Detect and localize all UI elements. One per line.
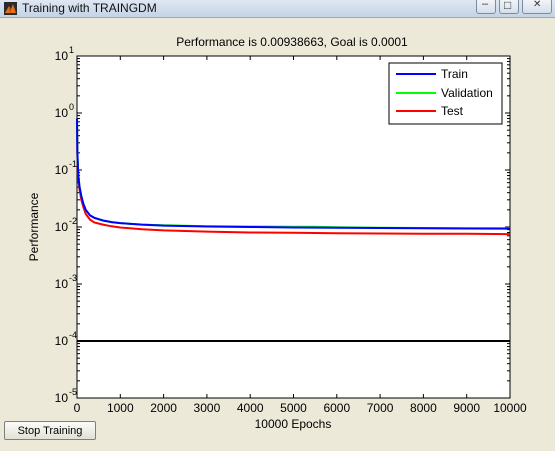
x-tick-label: 9000 [453, 401, 480, 415]
performance-chart: 0 1000 2000 3000 4000 5000 6000 7000 8000 9000 100… [27, 35, 527, 431]
training-window: Training with TRAINGDM – □ ✕ 0 1000 2000 30… [0, 0, 555, 451]
y-tick-label-exp: -3 [69, 273, 77, 283]
x-tick-label: 4000 [237, 401, 264, 415]
y-tick-label-base: 10 [55, 334, 69, 348]
x-tick-label: 7000 [367, 401, 394, 415]
x-axis-label: 10000 Epochs [255, 417, 332, 431]
y-tick-label-exp: -1 [69, 159, 77, 169]
stop-training-button[interactable]: Stop Training [4, 421, 96, 440]
legend-label-train: Train [441, 67, 468, 81]
y-tick-label-exp: 0 [69, 102, 74, 112]
y-tick-label-base: 10 [55, 391, 69, 405]
x-tick-label: 3000 [194, 401, 221, 415]
y-tick-label-base: 10 [55, 106, 69, 120]
chart-title: Performance is 0.00938663, Goal is 0.000… [176, 35, 408, 49]
legend: Train Validation Test [388, 62, 503, 125]
y-tick-label-base: 10 [55, 163, 69, 177]
y-tick-label-base: 10 [55, 277, 69, 291]
y-tick-label-base: 10 [55, 49, 69, 63]
legend-label-validation: Validation [441, 86, 493, 100]
y-tick-label-base: 10 [55, 220, 69, 234]
y-tick-label-exp: 1 [69, 45, 74, 55]
x-tick-label: 0 [74, 401, 81, 415]
x-tick-label: 2000 [150, 401, 177, 415]
y-tick-label-exp: -2 [69, 216, 77, 226]
legend-label-test: Test [441, 104, 464, 118]
x-tick-label: 10000 [493, 401, 527, 415]
x-tick-label: 8000 [410, 401, 437, 415]
y-tick-label-exp: -4 [69, 330, 77, 340]
x-tick-label: 1000 [107, 401, 134, 415]
x-tick-label: 6000 [323, 401, 350, 415]
y-axis-label: Performance [27, 192, 41, 261]
y-tick-label-exp: -5 [69, 387, 77, 397]
x-tick-label: 5000 [280, 401, 307, 415]
